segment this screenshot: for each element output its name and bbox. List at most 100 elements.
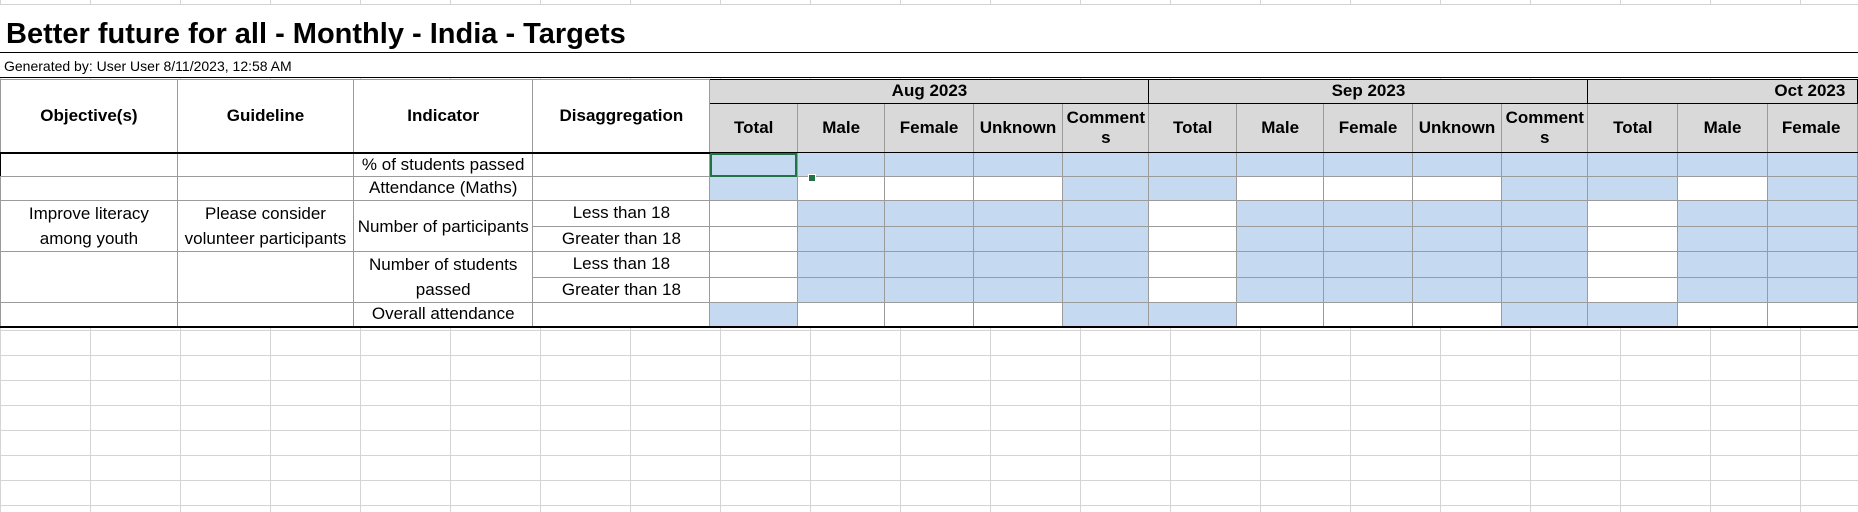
cell[interactable] bbox=[176, 152, 355, 177]
input-cell[interactable] bbox=[884, 200, 974, 227]
input-cell[interactable] bbox=[1235, 152, 1325, 177]
cell[interactable] bbox=[176, 251, 355, 303]
input-cell[interactable] bbox=[1766, 152, 1858, 177]
col-sep-unknown[interactable]: Unknown bbox=[1411, 103, 1503, 153]
cell[interactable] bbox=[1587, 225, 1679, 252]
col-aug-unknown[interactable]: Unknown bbox=[972, 103, 1064, 153]
input-cell[interactable] bbox=[1587, 302, 1679, 328]
cell[interactable] bbox=[884, 302, 974, 328]
input-cell[interactable] bbox=[1148, 152, 1237, 177]
input-cell[interactable] bbox=[1501, 225, 1589, 252]
cell[interactable] bbox=[796, 302, 886, 328]
header-disaggregation[interactable]: Disaggregation bbox=[532, 79, 711, 154]
month-header-sep[interactable]: Sep 2023 bbox=[1148, 79, 1589, 104]
cell[interactable] bbox=[972, 176, 1064, 201]
input-cell[interactable] bbox=[972, 200, 1064, 227]
input-cell[interactable] bbox=[1148, 302, 1237, 328]
input-cell[interactable] bbox=[709, 176, 798, 201]
cell[interactable] bbox=[532, 176, 711, 201]
input-cell[interactable] bbox=[884, 152, 974, 177]
cell[interactable] bbox=[176, 302, 355, 328]
fill-handle[interactable] bbox=[808, 174, 816, 182]
input-cell[interactable] bbox=[1411, 225, 1503, 252]
input-cell[interactable] bbox=[1323, 251, 1413, 278]
input-cell[interactable] bbox=[1062, 251, 1150, 278]
header-guideline[interactable]: Guideline bbox=[176, 79, 355, 154]
cell[interactable] bbox=[1587, 251, 1679, 278]
input-cell[interactable] bbox=[796, 251, 886, 278]
input-cell[interactable] bbox=[1677, 251, 1768, 278]
input-cell[interactable] bbox=[709, 302, 798, 328]
input-cell[interactable] bbox=[884, 251, 974, 278]
cell[interactable] bbox=[1235, 302, 1325, 328]
cell[interactable] bbox=[1148, 225, 1237, 252]
cell[interactable] bbox=[1677, 302, 1768, 328]
input-cell[interactable] bbox=[1235, 251, 1325, 278]
col-aug-female[interactable]: Female bbox=[884, 103, 974, 153]
input-cell[interactable] bbox=[1062, 225, 1150, 252]
cell[interactable] bbox=[709, 251, 798, 278]
col-sep-comments[interactable]: Comments bbox=[1501, 103, 1589, 153]
input-cell[interactable] bbox=[1062, 176, 1150, 201]
col-aug-total[interactable]: Total bbox=[709, 103, 798, 153]
cell[interactable] bbox=[1411, 302, 1503, 328]
col-sep-male[interactable]: Male bbox=[1235, 103, 1325, 153]
input-cell[interactable] bbox=[972, 225, 1064, 252]
input-cell[interactable] bbox=[1587, 152, 1679, 177]
input-cell[interactable] bbox=[1501, 251, 1589, 278]
indicator-cell[interactable]: % of students passed bbox=[353, 152, 534, 177]
col-aug-comments[interactable]: Comments bbox=[1062, 103, 1150, 153]
input-cell[interactable] bbox=[972, 276, 1064, 303]
input-cell[interactable] bbox=[1062, 276, 1150, 303]
input-cell[interactable] bbox=[1411, 276, 1503, 303]
indicator-cell[interactable]: Attendance (Maths) bbox=[353, 176, 534, 201]
input-cell[interactable] bbox=[1501, 276, 1589, 303]
cell[interactable] bbox=[1587, 276, 1679, 303]
input-cell[interactable] bbox=[972, 251, 1064, 278]
cell[interactable] bbox=[1411, 176, 1503, 201]
input-cell[interactable] bbox=[1587, 176, 1679, 201]
cell[interactable] bbox=[1677, 176, 1768, 201]
header-objectives[interactable]: Objective(s) bbox=[0, 79, 178, 154]
col-oct-male[interactable]: Male bbox=[1677, 103, 1768, 153]
input-cell[interactable] bbox=[1677, 152, 1768, 177]
input-cell[interactable] bbox=[796, 152, 886, 177]
cell[interactable] bbox=[176, 176, 355, 201]
input-cell[interactable] bbox=[1062, 302, 1150, 328]
input-cell[interactable] bbox=[1766, 225, 1858, 252]
cell[interactable] bbox=[709, 276, 798, 303]
input-cell[interactable] bbox=[1323, 200, 1413, 227]
input-cell[interactable] bbox=[1235, 276, 1325, 303]
month-header-oct[interactable]: Oct 2023 bbox=[1587, 79, 1858, 104]
cell[interactable] bbox=[1235, 176, 1325, 201]
input-cell[interactable] bbox=[1148, 176, 1237, 201]
selected-cell[interactable] bbox=[709, 152, 798, 177]
cell[interactable] bbox=[972, 302, 1064, 328]
cell[interactable] bbox=[0, 302, 178, 328]
cell[interactable] bbox=[532, 302, 711, 328]
input-cell[interactable] bbox=[1235, 200, 1325, 227]
input-cell[interactable] bbox=[1501, 176, 1589, 201]
input-cell[interactable] bbox=[796, 200, 886, 227]
guideline-cell[interactable]: Please consider volunteer participants bbox=[176, 200, 355, 252]
disaggregation-cell[interactable]: Less than 18 bbox=[532, 251, 711, 278]
input-cell[interactable] bbox=[1677, 276, 1768, 303]
cell[interactable] bbox=[1148, 276, 1237, 303]
objective-cell[interactable]: Improve literacy among youth bbox=[0, 200, 178, 252]
worksheet[interactable]: Better future for all - Monthly - India … bbox=[0, 0, 1858, 512]
input-cell[interactable] bbox=[1501, 200, 1589, 227]
col-oct-female[interactable]: Female bbox=[1766, 103, 1858, 153]
disaggregation-cell[interactable]: Greater than 18 bbox=[532, 225, 711, 252]
input-cell[interactable] bbox=[884, 276, 974, 303]
col-sep-total[interactable]: Total bbox=[1148, 103, 1237, 153]
header-indicator[interactable]: Indicator bbox=[353, 79, 534, 154]
cell[interactable] bbox=[532, 152, 711, 177]
indicator-cell[interactable]: Overall attendance bbox=[353, 302, 534, 328]
cell[interactable] bbox=[709, 200, 798, 227]
cell[interactable] bbox=[1323, 302, 1413, 328]
input-cell[interactable] bbox=[1062, 152, 1150, 177]
col-sep-female[interactable]: Female bbox=[1323, 103, 1413, 153]
cell[interactable] bbox=[1766, 302, 1858, 328]
cell[interactable] bbox=[1587, 200, 1679, 227]
cell[interactable] bbox=[1148, 200, 1237, 227]
